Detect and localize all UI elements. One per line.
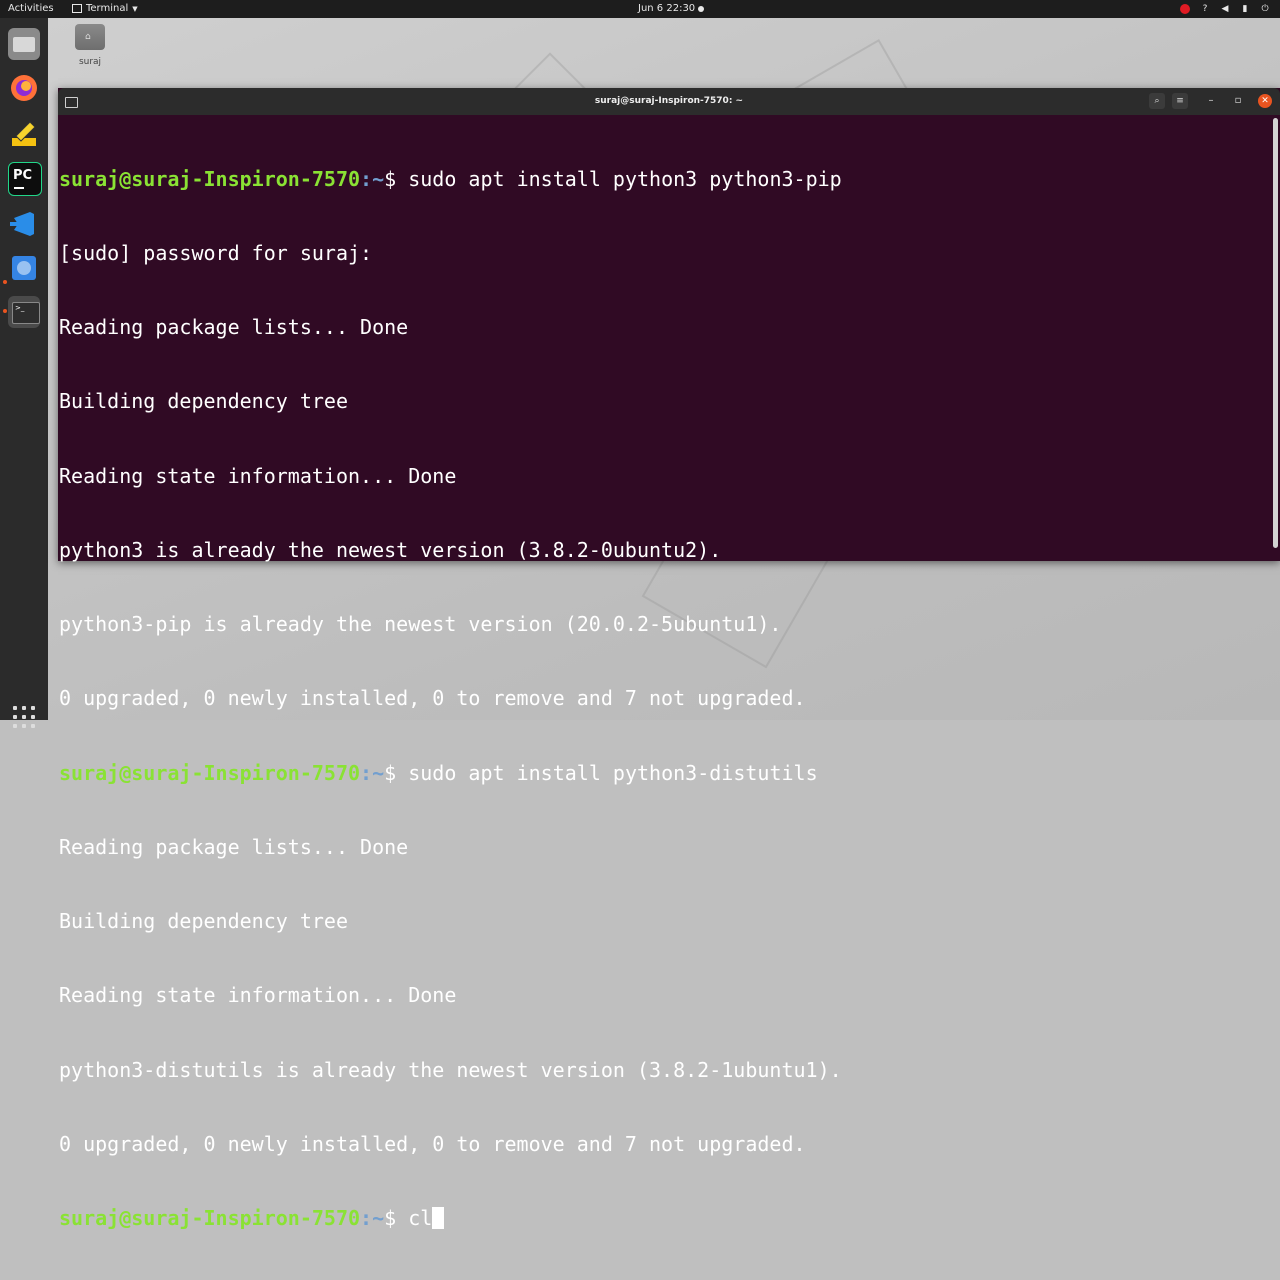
volume-icon[interactable]: ◀ xyxy=(1220,4,1230,14)
command-text: sudo apt install python3 python3-pip xyxy=(408,166,842,191)
prompt-path: :~ xyxy=(360,1206,385,1230)
minimize-icon[interactable]: – xyxy=(1204,94,1218,108)
clock[interactable]: Jun 6 22:30 xyxy=(638,3,695,14)
dock: PC >_ xyxy=(0,18,48,728)
output-line: Reading state information... Done xyxy=(59,463,457,488)
prompt-user: suraj@suraj-Inspiron-7570 xyxy=(59,166,361,191)
files-icon[interactable] xyxy=(8,28,40,60)
home-folder-label: suraj xyxy=(78,57,102,67)
firefox-icon[interactable] xyxy=(8,72,40,104)
chevron-down-icon: ▼ xyxy=(132,4,138,13)
prompt-path: :~ xyxy=(360,760,385,785)
output-line: Building dependency tree xyxy=(59,909,348,933)
top-bar: Activities Terminal ▼ Jun 6 22:30 ? ◀ ▮ … xyxy=(0,0,1280,18)
output-line: [sudo] password for suraj: xyxy=(59,240,373,265)
prompt-symbol: $ xyxy=(384,1206,409,1230)
output-line: Reading package lists... Done xyxy=(59,315,409,339)
output-line: python3-pip is already the newest versio… xyxy=(59,612,782,636)
prompt-path: :~ xyxy=(360,166,385,191)
battery-icon[interactable]: ▮ xyxy=(1240,4,1250,14)
prompt-symbol: $ xyxy=(384,166,409,191)
app-menu[interactable]: Terminal ▼ xyxy=(72,3,138,14)
current-input[interactable]: cl xyxy=(408,1206,432,1230)
terminal-small-icon xyxy=(72,4,82,13)
running-indicator xyxy=(3,280,7,284)
text-editor-icon[interactable] xyxy=(8,118,40,150)
search-icon[interactable]: ⌕ xyxy=(1149,93,1165,109)
terminal-output[interactable]: suraj@suraj-Inspiron-7570:~$ sudo apt in… xyxy=(58,115,1273,1231)
terminal-window[interactable]: suraj@suraj-Inspiron-7570: ~ ⌕ ≡ – ▫ ✕ s… xyxy=(58,88,1280,1231)
prompt-user: suraj@suraj-Inspiron-7570 xyxy=(59,760,361,785)
app-menu-label: Terminal xyxy=(86,3,129,14)
home-folder-icon: ⌂ xyxy=(75,24,105,50)
activities-button[interactable]: Activities xyxy=(8,3,54,14)
command-line: suraj@suraj-Inspiron-7570:~$ sudo apt in… xyxy=(59,167,1273,192)
pycharm-icon[interactable]: PC xyxy=(8,162,42,196)
maximize-icon[interactable]: ▫ xyxy=(1231,94,1245,108)
system-tray[interactable]: ? ◀ ▮ ⏻ xyxy=(1180,2,1270,16)
output-line: Building dependency tree xyxy=(59,389,348,414)
command-line[interactable]: suraj@suraj-Inspiron-7570:~$ cl xyxy=(59,1206,1273,1231)
output-line: python3-distutils is already the newest … xyxy=(59,1057,842,1082)
show-apps-icon[interactable] xyxy=(13,706,35,728)
help-icon[interactable]: ? xyxy=(1200,4,1210,14)
command-line: suraj@suraj-Inspiron-7570:~$ sudo apt in… xyxy=(59,761,1273,786)
scrollbar[interactable] xyxy=(1273,118,1278,548)
output-line: Reading state information... Done xyxy=(59,983,457,1008)
command-text: sudo apt install python3-distutils xyxy=(408,760,818,785)
terminal-icon[interactable]: >_ xyxy=(8,296,40,328)
window-title: suraj@suraj-Inspiron-7570: ~ xyxy=(594,96,744,106)
output-line: Reading package lists... Done xyxy=(59,834,409,859)
output-line: 0 upgraded, 0 newly installed, 0 to remo… xyxy=(59,686,806,711)
prompt-symbol: $ xyxy=(384,760,409,785)
text-cursor xyxy=(432,1207,445,1229)
desktop-home-folder[interactable]: ⌂ suraj xyxy=(73,24,107,67)
hamburger-menu-icon[interactable]: ≡ xyxy=(1172,93,1188,109)
window-titlebar[interactable]: suraj@suraj-Inspiron-7570: ~ ⌕ ≡ – ▫ ✕ xyxy=(58,88,1280,115)
power-icon[interactable]: ⏻ xyxy=(1260,4,1270,14)
output-line: python3 is already the newest version (3… xyxy=(59,537,722,562)
notification-dot xyxy=(698,6,704,12)
running-indicator xyxy=(3,309,7,313)
software-icon[interactable] xyxy=(8,252,40,284)
record-icon[interactable] xyxy=(1180,4,1190,14)
close-icon[interactable]: ✕ xyxy=(1258,94,1272,108)
vscode-icon[interactable] xyxy=(8,208,40,240)
prompt-user: suraj@suraj-Inspiron-7570 xyxy=(59,1206,361,1230)
output-line: 0 upgraded, 0 newly installed, 0 to remo… xyxy=(59,1131,806,1156)
